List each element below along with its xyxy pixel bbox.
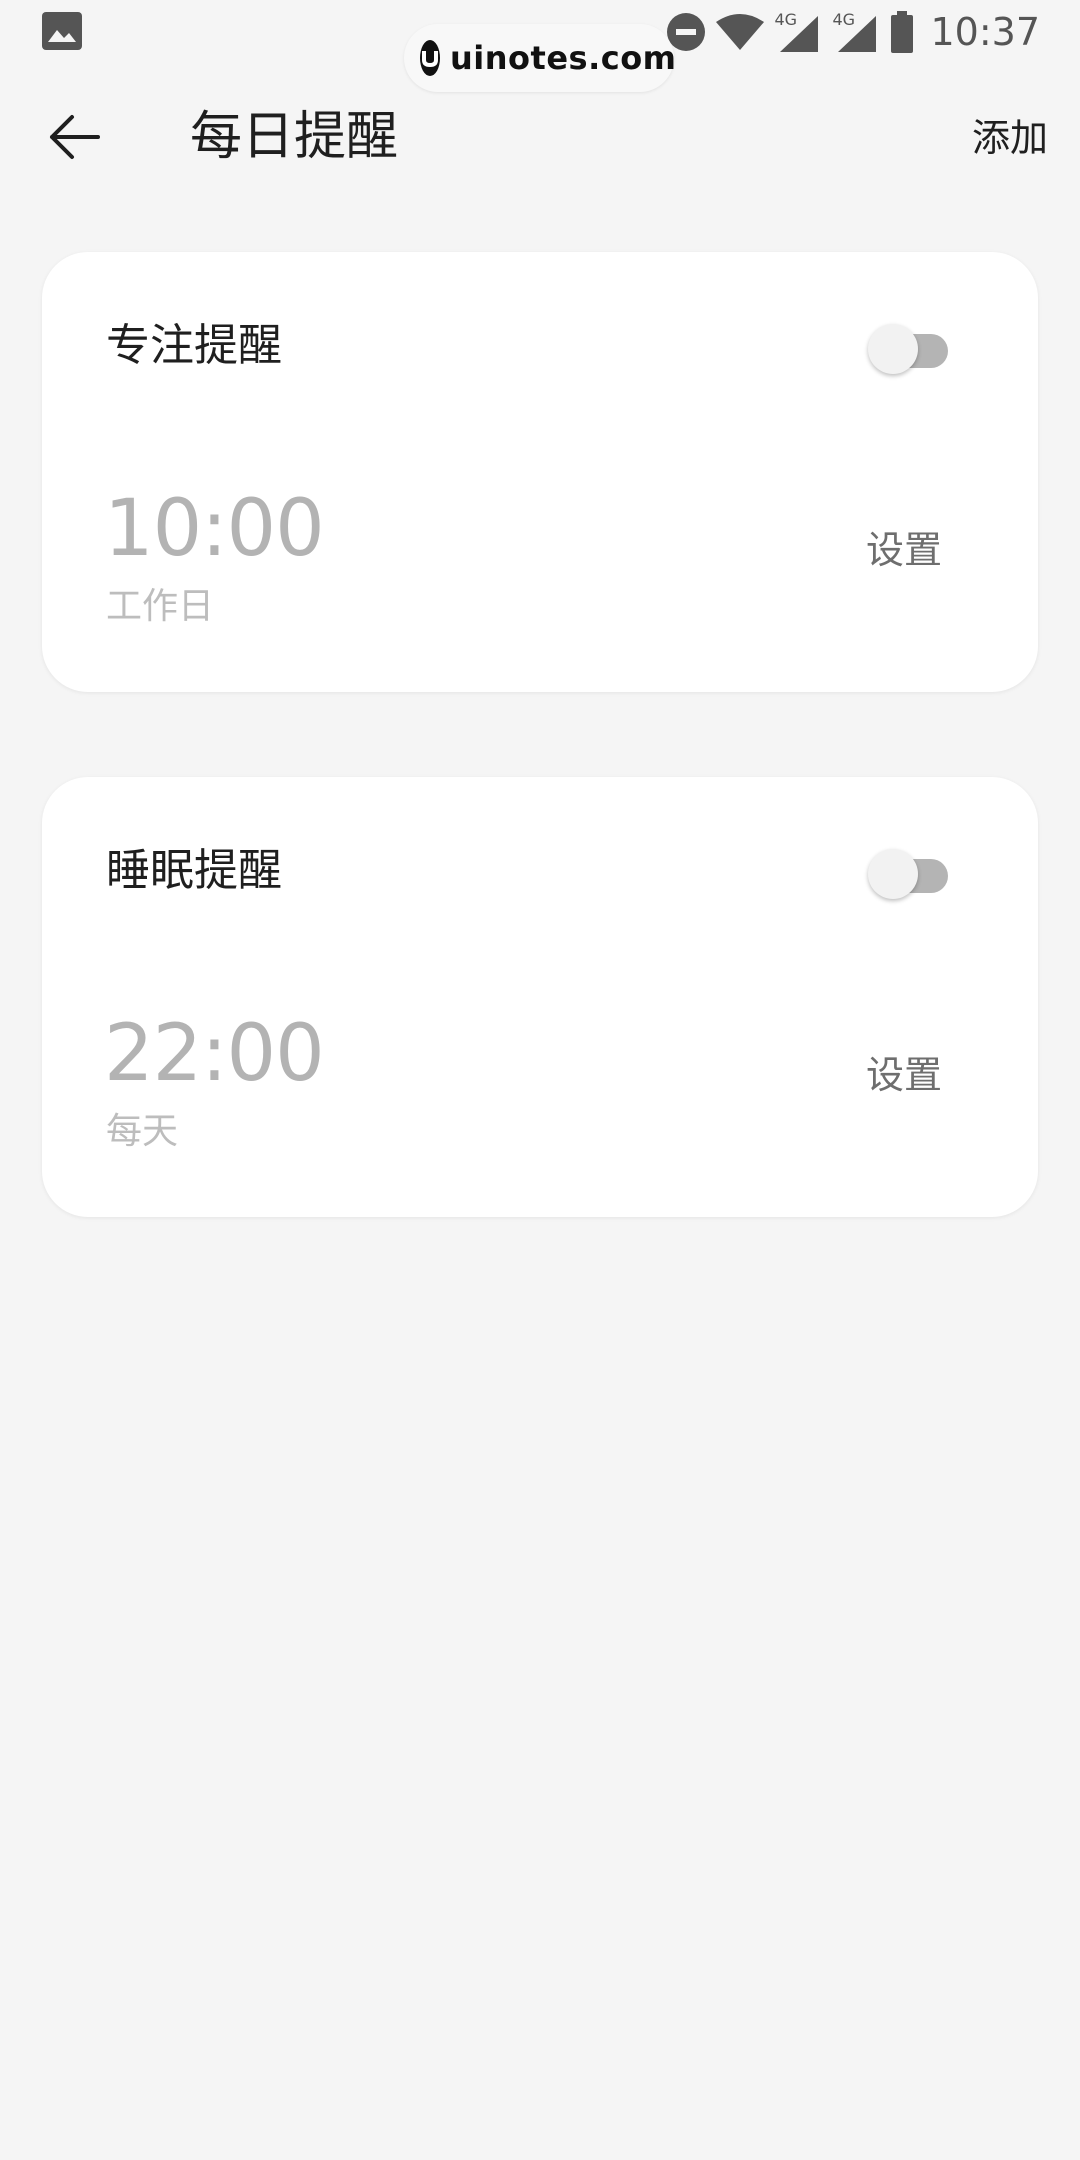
back-button[interactable] [38,106,110,168]
reminder-settings-button[interactable]: 设置 [866,522,942,578]
battery-icon [891,11,914,53]
reminder-toggle[interactable] [868,843,950,899]
watermark-logo-icon [420,40,440,76]
add-button[interactable]: 添加 [972,110,1048,166]
reminder-repeat: 每天 [106,1111,179,1152]
signal-icon [780,16,819,52]
status-time: 10:37 [930,10,1040,54]
reminder-repeat: 工作日 [106,586,215,627]
network-4g-1: 4G [774,10,822,54]
watermark-badge: uinotes.com [404,24,677,92]
reminder-settings-button[interactable]: 设置 [866,1047,942,1103]
reminder-title: 专注提醒 [106,320,282,371]
page-title: 每日提醒 [190,107,399,167]
reminder-card-focus: 专注提醒 10:00 工作日 设置 [42,252,1038,692]
status-icons: 4G 4G 10:37 [666,8,1040,56]
watermark-text: uinotes.com [450,39,677,77]
gallery-icon [42,12,82,50]
daily-reminder-screen: 4G 4G 10:37 uinotes.com 每日提醒 添加 专注提醒 10:… [0,0,1080,2160]
signal-icon [838,16,877,52]
wifi-icon [716,14,765,50]
reminder-toggle[interactable] [868,318,950,374]
network-4g-2: 4G [832,10,880,54]
toggle-thumb [868,849,918,899]
title-bar: 每日提醒 添加 [0,88,1080,184]
reminder-time[interactable]: 22:00 [104,1009,325,1099]
reminder-time[interactable]: 10:00 [104,484,325,574]
toggle-thumb [868,324,918,374]
reminder-title: 睡眠提醒 [106,845,282,896]
reminder-card-sleep: 睡眠提醒 22:00 每天 设置 [42,777,1038,1217]
back-arrow-icon [50,115,100,159]
